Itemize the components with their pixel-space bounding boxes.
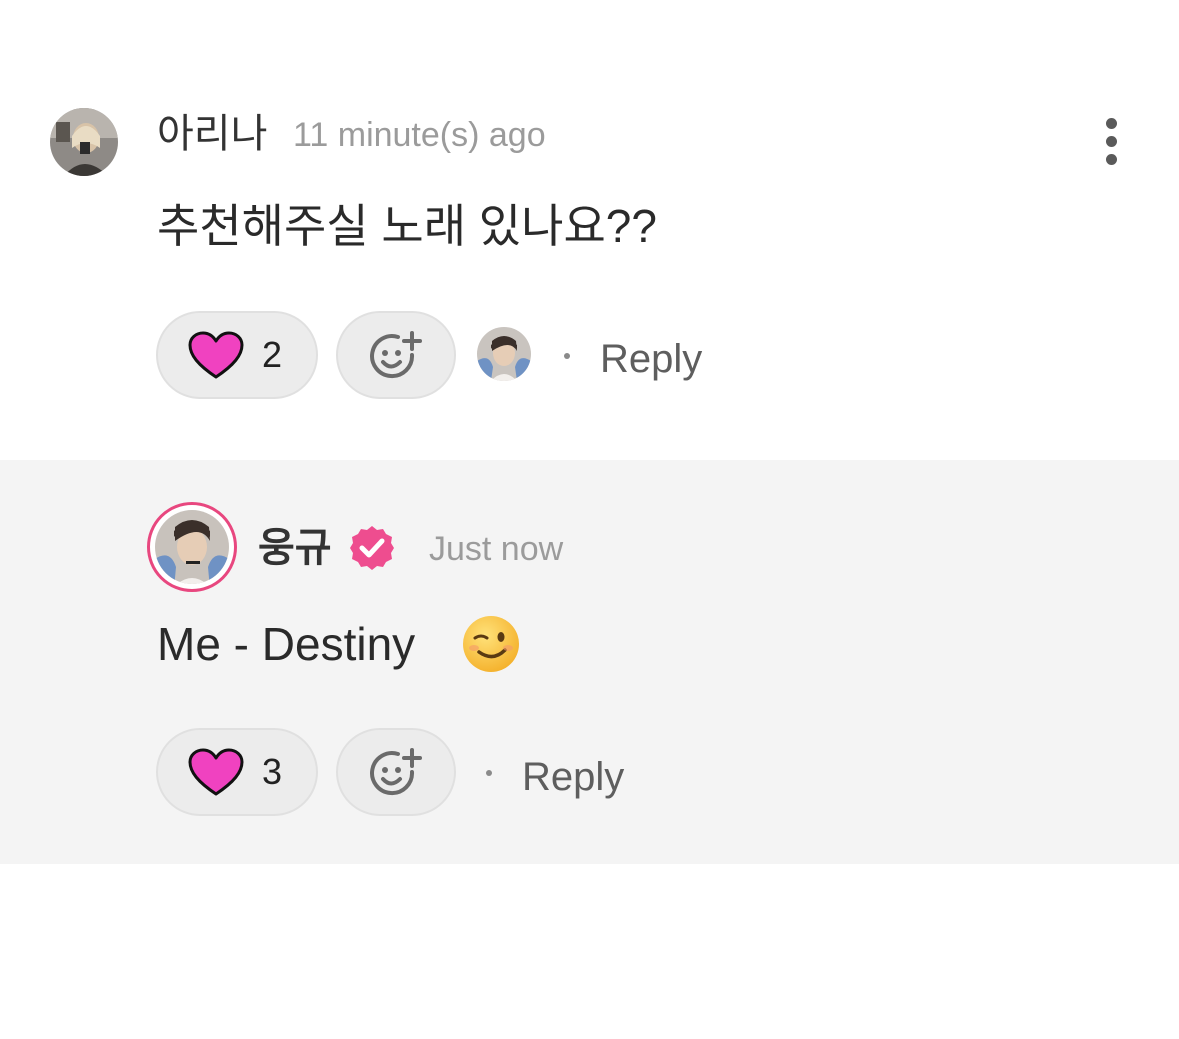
add-reaction-button[interactable] <box>336 728 456 816</box>
reply-button[interactable]: Reply <box>600 335 702 383</box>
add-reaction-smiley-icon <box>370 331 422 379</box>
timestamp: Just now <box>429 530 564 568</box>
heart-icon <box>188 331 244 379</box>
winking-face-icon <box>463 616 519 672</box>
avatar[interactable] <box>147 502 237 592</box>
separator-dot <box>564 353 570 359</box>
add-reaction-button[interactable] <box>336 311 456 399</box>
reactor-avatar[interactable] <box>477 327 531 381</box>
timestamp: 11 minute(s) ago <box>293 116 546 154</box>
reply-comment: 웅규 Just now Me - Destiny 3 Reply <box>0 460 1179 864</box>
like-count: 3 <box>262 751 283 792</box>
avatar[interactable] <box>50 108 118 176</box>
like-button[interactable]: 2 <box>156 311 318 399</box>
like-count: 2 <box>262 334 283 375</box>
more-vertical-icon[interactable] <box>1097 112 1127 172</box>
username[interactable]: 아리나 <box>157 110 267 158</box>
username[interactable]: 웅규 <box>258 524 332 572</box>
comment: 아리나 11 minute(s) ago 추천해주실 노래 있나요?? 2 Re… <box>0 0 1179 460</box>
comment-text: Me - Destiny <box>157 618 416 670</box>
verified-badge-icon <box>350 526 394 570</box>
heart-icon <box>188 748 244 796</box>
reply-button[interactable]: Reply <box>522 753 624 801</box>
comment-text: 추천해주실 노래 있나요?? <box>157 200 657 252</box>
add-reaction-smiley-icon <box>370 748 422 796</box>
like-button[interactable]: 3 <box>156 728 318 816</box>
separator-dot <box>486 770 492 776</box>
